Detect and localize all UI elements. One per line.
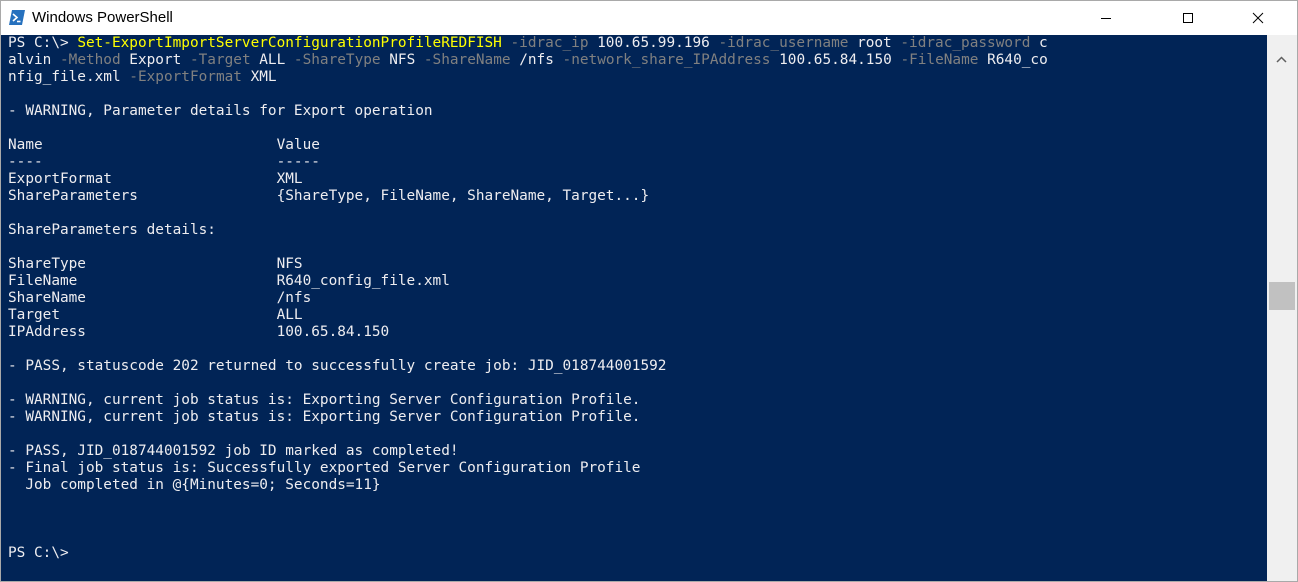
- output-line: - WARNING, current job status is: Export…: [8, 409, 641, 425]
- prompt: PS C:\>: [8, 35, 78, 51]
- param-name: -network_share_IPAddress: [553, 52, 771, 68]
- minimize-button[interactable]: [1083, 1, 1129, 35]
- output-line: ShareParameters {ShareType, FileName, Sh…: [8, 188, 650, 204]
- output-line: FileName R640_config_file.xml: [8, 273, 450, 289]
- param-name: -idrac_password: [891, 35, 1031, 51]
- command-line-1: PS C:\> Set-ExportImportServerConfigurat…: [8, 35, 1048, 51]
- output-lines: - WARNING, Parameter details for Export …: [8, 103, 666, 561]
- param-value: 100.65.99.196: [588, 35, 710, 51]
- maximize-icon: [1182, 9, 1194, 28]
- close-button[interactable]: [1235, 1, 1281, 35]
- output-line: Job completed in @{Minutes=0; Seconds=11…: [8, 477, 381, 493]
- output-line: ExportFormat XML: [8, 171, 303, 187]
- param-value: Export: [120, 52, 182, 68]
- output-line: ShareType NFS: [8, 256, 303, 272]
- powershell-window: Windows PowerShell PS C:\> Set-ExportImp…: [0, 0, 1298, 582]
- param-value: R640_co: [978, 52, 1048, 68]
- close-icon: [1252, 9, 1264, 28]
- param-name: -Method: [51, 52, 121, 68]
- param-value: alvin: [8, 52, 52, 68]
- param-value: c: [1030, 35, 1048, 51]
- output-line: PS C:\>: [8, 545, 69, 561]
- output-line: ---- -----: [8, 154, 320, 170]
- cmdlet-name: Set-ExportImportServerConfigurationProfi…: [77, 35, 502, 51]
- output-line: - WARNING, current job status is: Export…: [8, 392, 641, 408]
- param-name: -Target: [181, 52, 251, 68]
- output-line: IPAddress 100.65.84.150: [8, 324, 390, 340]
- output-line: - PASS, JID_018744001592 job ID marked a…: [8, 443, 459, 459]
- param-value: NFS: [380, 52, 416, 68]
- param-value: root: [848, 35, 892, 51]
- param-name: -idrac_ip: [501, 35, 589, 51]
- command-line-3: nfig_file.xml -ExportFormat XML: [8, 69, 277, 85]
- scroll-up-icon[interactable]: [1273, 53, 1290, 65]
- powershell-icon: [9, 10, 25, 25]
- param-value: ALL: [250, 52, 286, 68]
- console-text: PS C:\> Set-ExportImportServerConfigurat…: [8, 35, 1048, 562]
- scrollbar-thumb[interactable]: [1269, 282, 1295, 310]
- param-value: 100.65.84.150: [770, 52, 892, 68]
- console-output[interactable]: PS C:\> Set-ExportImportServerConfigurat…: [1, 35, 1267, 581]
- output-line: - WARNING, Parameter details for Export …: [8, 103, 433, 119]
- window-title: Windows PowerShell: [32, 9, 173, 26]
- vertical-scrollbar[interactable]: [1267, 35, 1297, 581]
- output-line: - Final job status is: Successfully expo…: [8, 460, 641, 476]
- param-value: nfig_file.xml: [8, 69, 121, 85]
- minimize-icon: [1100, 9, 1112, 28]
- param-name: -idrac_username: [709, 35, 849, 51]
- title-bar[interactable]: Windows PowerShell: [1, 1, 1297, 35]
- maximize-button[interactable]: [1165, 1, 1211, 35]
- param-name: -ShareName: [415, 52, 511, 68]
- param-value: /nfs: [510, 52, 554, 68]
- param-name: -ExportFormat: [120, 69, 242, 85]
- output-line: Target ALL: [8, 307, 303, 323]
- output-line: - PASS, statuscode 202 returned to succe…: [8, 358, 667, 374]
- output-line: ShareParameters details:: [8, 222, 216, 238]
- command-line-2: alvin -Method Export -Target ALL -ShareT…: [8, 52, 1048, 68]
- param-name: -ShareType: [285, 52, 381, 68]
- param-name: -FileName: [891, 52, 979, 68]
- output-line: ShareName /nfs: [8, 290, 312, 306]
- output-line: Name Value: [8, 137, 320, 153]
- param-value: XML: [241, 69, 277, 85]
